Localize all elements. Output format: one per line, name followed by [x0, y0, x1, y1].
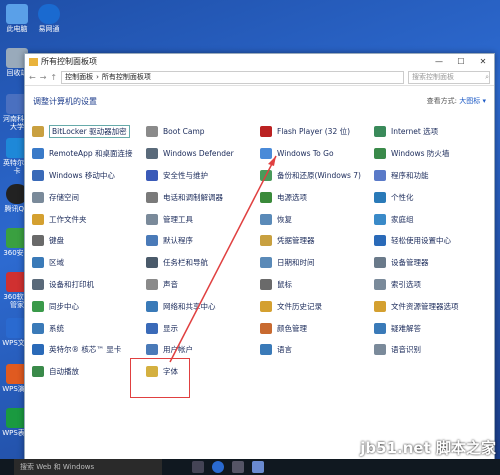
taskbar: 搜索 Web 和 Windows [0, 459, 500, 475]
control-panel-taskbar-icon[interactable] [252, 461, 264, 473]
watermark-main: jb51.net [360, 439, 431, 457]
taskbar-search-text: 搜索 Web 和 Windows [20, 463, 95, 471]
task-view-icon[interactable] [192, 461, 204, 473]
store-icon[interactable] [232, 461, 244, 473]
taskbar-search[interactable]: 搜索 Web 和 Windows [14, 459, 162, 475]
browser-icon[interactable] [212, 461, 224, 473]
watermark-brand: 脚本之家 [435, 439, 496, 457]
annotation-arrow [169, 155, 277, 363]
watermark: jb51.net 脚本之家 [360, 437, 496, 458]
start-button[interactable] [0, 459, 14, 475]
